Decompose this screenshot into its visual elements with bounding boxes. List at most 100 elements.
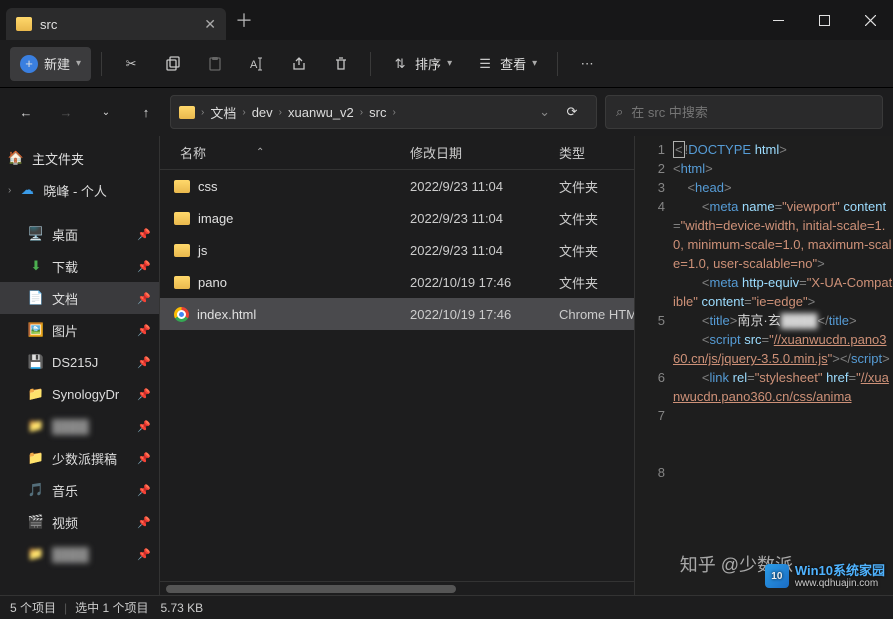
sidebar-label: 主文件夹: [32, 149, 84, 168]
col-date[interactable]: 修改日期: [410, 143, 555, 162]
breadcrumb[interactable]: › 文档 › dev › xuanwu_v2 › src › ⌄ ⟳: [170, 95, 597, 129]
chevron-right-icon: ›: [242, 107, 245, 118]
folder-icon: [174, 276, 190, 289]
svg-text:A: A: [250, 59, 258, 71]
rename-button[interactable]: A: [238, 47, 276, 81]
chevron-right-icon: ›: [279, 107, 282, 118]
file-type: 文件夹: [555, 241, 634, 260]
status-size: 5.73 KB: [160, 601, 203, 615]
view-button[interactable]: ☰ 查看 ▾: [466, 47, 547, 81]
pin-icon: 📌: [137, 420, 151, 433]
sidebar-personal[interactable]: › ☁ 晓峰 - 个人: [0, 174, 159, 206]
sort-label: 排序: [415, 54, 441, 73]
hscrollbar[interactable]: [160, 581, 634, 595]
view-label: 查看: [500, 54, 526, 73]
sidebar-icon: 📁: [28, 386, 44, 402]
file-date: 2022/9/23 11:04: [410, 179, 555, 194]
bc-item[interactable]: xuanwu_v2: [288, 105, 354, 120]
file-type: Chrome HTML: [555, 307, 634, 322]
sidebar-item[interactable]: 💾DS215J📌: [0, 346, 159, 378]
maximize-button[interactable]: [801, 0, 847, 40]
sidebar-item[interactable]: 🖼️图片📌: [0, 314, 159, 346]
chevron-down-icon: ▾: [76, 58, 81, 69]
tab-src[interactable]: src ✕: [6, 8, 226, 40]
file-row[interactable]: pano2022/10/19 17:46文件夹: [160, 266, 634, 298]
pin-icon: 📌: [137, 452, 151, 465]
search-input[interactable]: [631, 105, 872, 120]
copy-icon: [164, 55, 182, 73]
sidebar-item[interactable]: 📄文档📌: [0, 282, 159, 314]
refresh-button[interactable]: ⟳: [556, 104, 588, 120]
file-date: 2022/10/19 17:46: [410, 307, 555, 322]
sidebar-icon: ⬇: [28, 258, 44, 274]
chevron-right-icon: ›: [8, 185, 11, 196]
toolbar: + 新建 ▾ ✂ A ⇅ 排序 ▾ ☰ 查看 ▾ ⋯: [0, 40, 893, 88]
sidebar-item[interactable]: ⬇下载📌: [0, 250, 159, 282]
window-controls: [755, 0, 893, 40]
trash-icon: [332, 55, 350, 73]
sidebar-item[interactable]: 🎵音乐📌: [0, 474, 159, 506]
close-window-button[interactable]: [847, 0, 893, 40]
tab-title: src: [40, 17, 57, 32]
folder-icon: [174, 212, 190, 225]
back-button[interactable]: ←: [10, 96, 42, 128]
file-row[interactable]: index.html2022/10/19 17:46Chrome HTML: [160, 298, 634, 330]
sort-button[interactable]: ⇅ 排序 ▾: [381, 47, 462, 81]
sidebar-item[interactable]: 🎬视频📌: [0, 506, 159, 538]
pin-icon: 📌: [137, 228, 151, 241]
delete-button[interactable]: [322, 47, 360, 81]
sidebar-icon: 📁: [28, 546, 44, 562]
sidebar-home[interactable]: 🏠 主文件夹: [0, 142, 159, 174]
file-row[interactable]: css2022/9/23 11:04文件夹: [160, 170, 634, 202]
preview-pane: 1234 5 6 7 8 <!DOCTYPE html><html> <head…: [635, 136, 893, 595]
forward-button[interactable]: →: [50, 96, 82, 128]
close-icon[interactable]: ✕: [204, 16, 216, 33]
bc-item[interactable]: dev: [252, 105, 273, 120]
sidebar-icon: 📄: [28, 290, 44, 306]
pin-icon: 📌: [137, 484, 151, 497]
new-label: 新建: [44, 54, 70, 73]
sidebar-item[interactable]: 📁 少数派撰稿 📌: [0, 442, 159, 474]
bc-item[interactable]: src: [369, 105, 386, 120]
cut-button[interactable]: ✂: [112, 47, 150, 81]
bc-item[interactable]: 文档: [210, 103, 236, 122]
sidebar-icon: 💾: [28, 354, 44, 370]
paste-icon: [206, 55, 224, 73]
file-type: 文件夹: [555, 177, 634, 196]
col-type[interactable]: 类型: [555, 143, 634, 162]
nav-row: ← → ⌄ ↑ › 文档 › dev › xuanwu_v2 › src › ⌄…: [0, 88, 893, 136]
chevron-right-icon: ›: [360, 107, 363, 118]
sidebar-label: 图片: [52, 321, 78, 340]
paste-button[interactable]: [196, 47, 234, 81]
sort-asc-icon: ⌃: [256, 147, 264, 158]
sidebar-item[interactable]: 📁████📌: [0, 410, 159, 442]
new-button[interactable]: + 新建 ▾: [10, 47, 91, 81]
rename-icon: A: [248, 55, 266, 73]
folder-icon: [179, 106, 195, 119]
recent-button[interactable]: ⌄: [90, 96, 122, 128]
up-button[interactable]: ↑: [130, 96, 162, 128]
sidebar-icon: 📁: [28, 450, 44, 466]
file-name: image: [198, 211, 233, 226]
view-icon: ☰: [476, 55, 494, 73]
chevron-down-icon[interactable]: ⌄: [539, 104, 550, 120]
sidebar-label: 少数派撰稿: [52, 449, 117, 468]
pin-icon: 📌: [137, 324, 151, 337]
col-name[interactable]: 名称 ⌃: [160, 143, 410, 162]
chevron-right-icon: ›: [201, 107, 204, 118]
share-button[interactable]: [280, 47, 318, 81]
plus-icon: +: [20, 55, 38, 73]
watermark-site: 10 Win10系统家园 www.qdhuajin.com: [765, 564, 885, 589]
file-row[interactable]: image2022/9/23 11:04文件夹: [160, 202, 634, 234]
copy-button[interactable]: [154, 47, 192, 81]
sidebar-item[interactable]: 📁████📌: [0, 538, 159, 570]
sidebar-item[interactable]: 🖥️桌面📌: [0, 218, 159, 250]
sidebar-item[interactable]: 📁SynologyDr📌: [0, 378, 159, 410]
more-button[interactable]: ⋯: [568, 47, 606, 81]
sidebar-label: SynologyDr: [52, 387, 119, 402]
file-row[interactable]: js2022/9/23 11:04文件夹: [160, 234, 634, 266]
search-field[interactable]: ⌕: [605, 95, 883, 129]
new-tab-button[interactable]: ＋: [226, 7, 262, 33]
line-gutter: 1234 5 6 7 8: [635, 136, 673, 595]
minimize-button[interactable]: [755, 0, 801, 40]
